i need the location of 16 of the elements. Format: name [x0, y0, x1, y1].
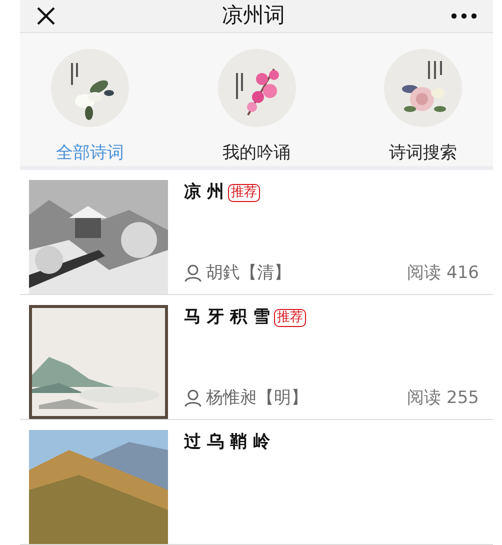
read-count: 阅读 416: [407, 262, 479, 284]
author-name: 胡釴【清】: [206, 262, 291, 284]
page-title: 凉州词: [222, 2, 285, 29]
poem-title[interactable]: 过 乌 鞘 岭: [184, 430, 270, 456]
poem-title[interactable]: 马 牙 积 雪: [184, 305, 270, 330]
recommend-tag: 推荐: [274, 308, 306, 327]
category-tab[interactable]: 我的吟诵: [222, 140, 290, 166]
poem-title[interactable]: 凉 州: [184, 180, 224, 206]
category-tab[interactable]: 诗词搜索: [389, 140, 457, 166]
recommend-tag: 推荐: [228, 184, 260, 202]
close-icon: [36, 6, 56, 26]
author-name: 杨惟昶【明】: [206, 386, 308, 410]
more-icon: [451, 13, 477, 20]
person-icon: [184, 264, 202, 282]
read-count: 阅读 255: [407, 386, 479, 410]
person-icon: [184, 389, 202, 408]
